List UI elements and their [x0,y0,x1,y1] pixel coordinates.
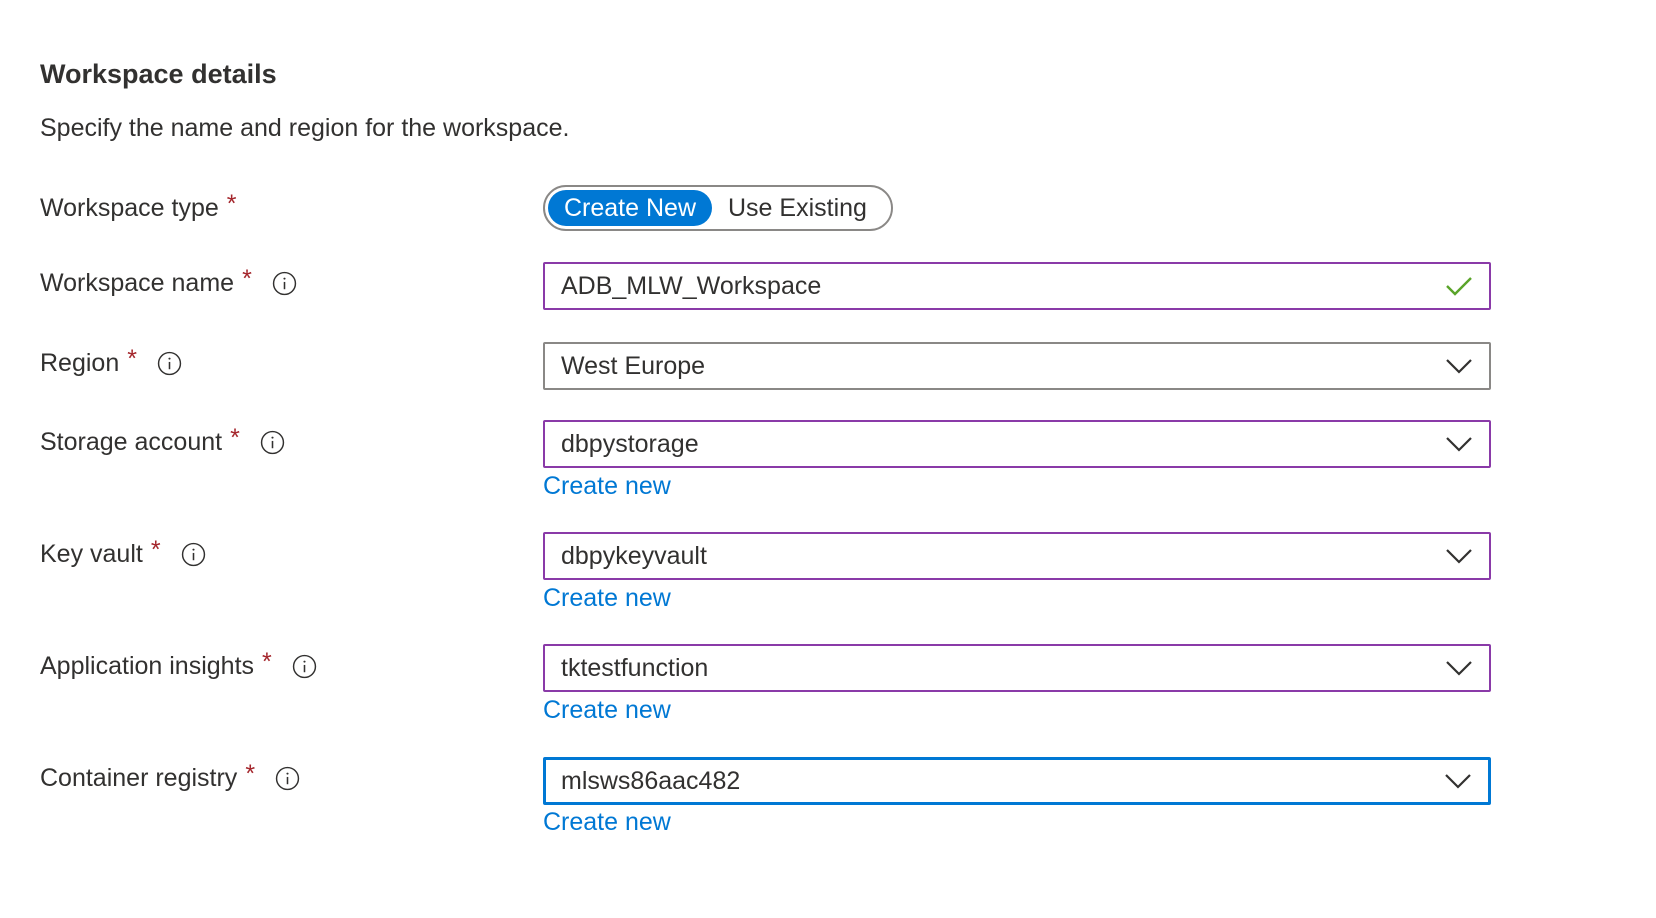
key-vault-label-row: Key vault * [40,534,206,574]
key-vault-label: Key vault [40,539,143,568]
container-registry-label: Container registry [40,763,238,792]
required-asterisk: * [127,344,137,373]
chevron-down-icon[interactable] [1443,540,1475,572]
storage-account-create-new-link[interactable]: Create new [543,470,671,502]
required-asterisk: * [230,423,240,452]
storage-account-label-row: Storage account * [40,422,285,462]
info-icon[interactable] [157,351,182,376]
use-existing-option[interactable]: Use Existing [712,190,883,226]
region-label: Region [40,348,120,377]
container-registry-label-row: Container registry * [40,758,300,798]
required-asterisk: * [226,189,237,218]
info-icon[interactable] [275,766,300,791]
required-asterisk: * [150,535,161,564]
section-title: Workspace details [40,59,277,89]
required-asterisk: * [245,759,256,788]
chevron-down-icon[interactable] [1443,350,1475,382]
container-registry-value: mlsws86aac482 [561,766,741,795]
info-icon[interactable] [272,271,297,296]
container-registry-dropdown[interactable]: mlsws86aac482 [543,757,1491,805]
create-new-option[interactable]: Create New [548,190,712,226]
workspace-name-label-row: Workspace name * [40,263,297,303]
workspace-type-label: Workspace type [40,193,219,222]
app-insights-label: Application insights [40,651,255,680]
region-value: West Europe [561,351,706,380]
workspace-type-label-row: Workspace type * [40,188,237,228]
workspace-name-label: Workspace name [40,268,235,297]
storage-account-dropdown[interactable]: dbpystorage [543,420,1491,468]
chevron-down-icon[interactable] [1443,428,1475,460]
key-vault-create-new-link[interactable]: Create new [543,582,671,614]
chevron-down-icon[interactable] [1442,765,1474,797]
workspace-name-input[interactable]: ADB_MLW_Workspace [543,262,1491,310]
region-dropdown[interactable]: West Europe [543,342,1491,390]
required-asterisk: * [242,264,252,293]
section-description: Specify the name and region for the work… [40,114,570,142]
app-insights-dropdown[interactable]: tktestfunction [543,644,1491,692]
info-icon[interactable] [181,542,206,567]
required-asterisk: * [262,647,272,676]
region-label-row: Region * [40,343,182,383]
chevron-down-icon[interactable] [1443,652,1475,684]
workspace-name-value: ADB_MLW_Workspace [561,271,822,300]
storage-account-label: Storage account [40,427,223,456]
checkmark-icon [1443,270,1475,302]
workspace-type-toggle[interactable]: Create New Use Existing [543,185,893,231]
container-registry-create-new-link[interactable]: Create new [543,806,671,838]
info-icon[interactable] [292,654,317,679]
info-icon[interactable] [260,430,285,455]
app-insights-value: tktestfunction [561,653,709,682]
key-vault-dropdown[interactable]: dbpykeyvault [543,532,1491,580]
app-insights-create-new-link[interactable]: Create new [543,694,671,726]
app-insights-label-row: Application insights * [40,646,317,686]
key-vault-value: dbpykeyvault [561,541,707,570]
storage-account-value: dbpystorage [561,429,699,458]
